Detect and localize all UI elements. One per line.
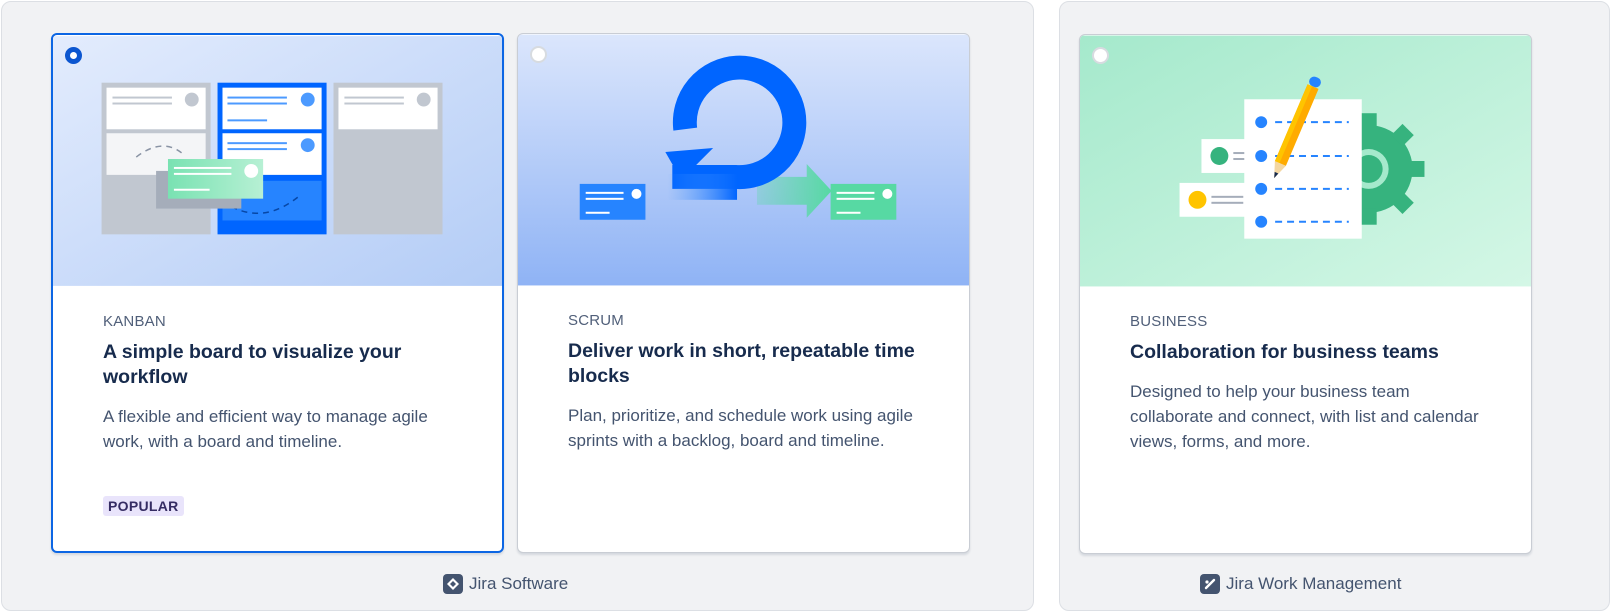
kanban-board-illustration [53,35,502,287]
card-eyebrow: BUSINESS [1130,313,1208,330]
template-card-scrum[interactable]: SCRUM Deliver work in short, repeatable … [517,33,970,553]
scrum-radio[interactable] [530,46,547,63]
card-description: Plan, prioritize, and schedule work usin… [568,406,913,450]
card-title: Deliver work in short, repeatable time b… [568,340,915,387]
product-group-jira-work-management: BUSINESS Collaboration for business team… [1059,1,1610,611]
jira-software-icon [443,574,463,594]
product-label-jira-work-management: Jira Work Management [1200,574,1401,594]
template-card-business[interactable]: BUSINESS Collaboration for business team… [1079,34,1532,554]
card-title: Collaboration for business teams [1130,341,1439,363]
jira-work-management-icon [1200,574,1220,594]
checklist-pencil-illustration [1080,35,1531,287]
card-description: A flexible and efficient way to manage a… [103,407,428,451]
popular-badge: POPULAR [103,496,184,516]
card-eyebrow: SCRUM [568,312,624,329]
template-card-kanban[interactable]: KANBAN A simple board to visualize your … [51,33,504,553]
business-radio[interactable] [1092,47,1109,64]
sprint-cycle-illustration [518,34,969,286]
product-name: Jira Work Management [1226,574,1402,593]
product-label-jira-software: Jira Software [443,574,568,594]
product-name: Jira Software [469,574,569,593]
card-title: A simple board to visualize your workflo… [103,341,402,388]
card-description: Designed to help your business team coll… [1130,382,1479,451]
kanban-radio[interactable] [65,47,82,64]
card-eyebrow: KANBAN [103,313,166,330]
product-group-jira-software: KANBAN A simple board to visualize your … [1,1,1034,611]
